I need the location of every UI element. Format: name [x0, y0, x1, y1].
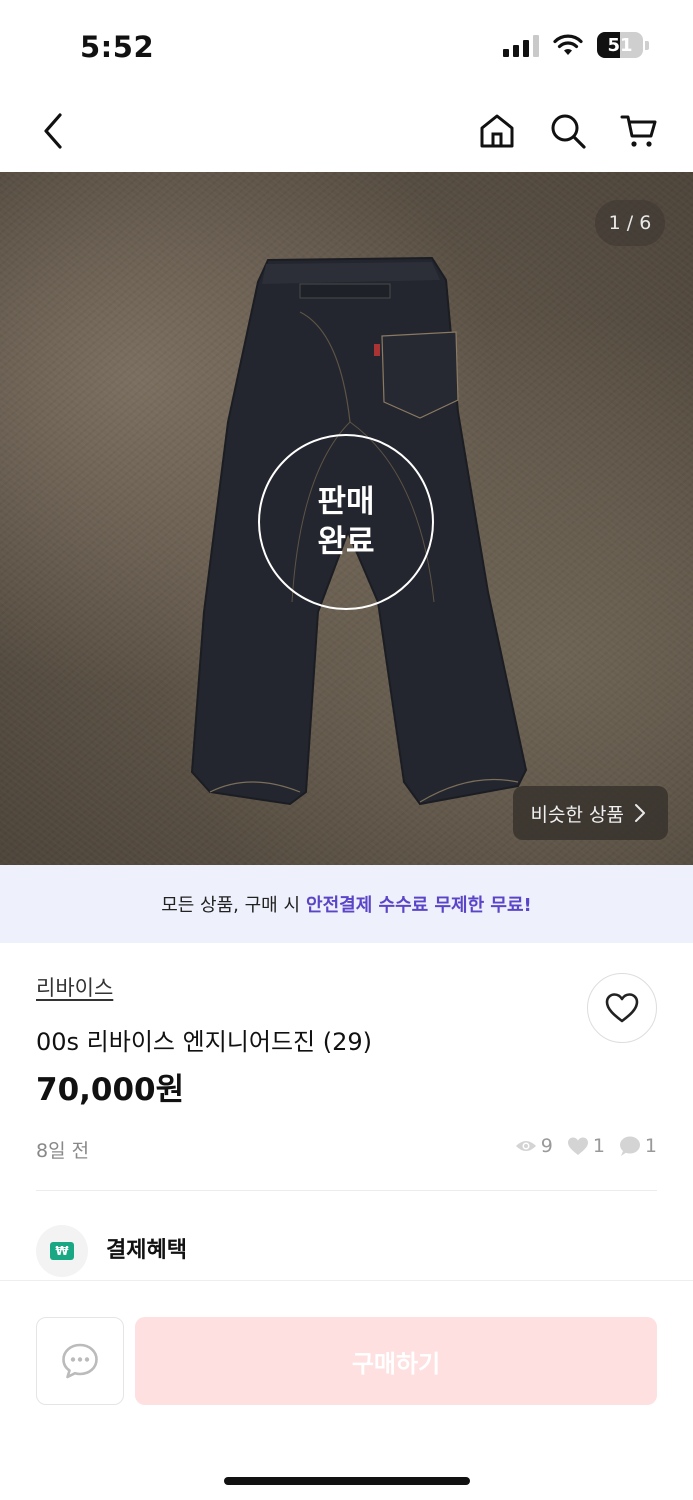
won-coin-icon: ₩ — [50, 1242, 74, 1260]
buy-button[interactable]: 구매하기 — [135, 1317, 657, 1405]
similar-products-label: 비슷한 상품 — [530, 803, 624, 826]
comments-count: 1 — [644, 1135, 657, 1157]
eye-icon — [515, 1141, 536, 1151]
sold-out-badge: 판매 완료 — [258, 434, 434, 610]
back-button[interactable] — [28, 106, 78, 156]
top-nav — [0, 90, 693, 172]
product-title: 00s 리바이스 엔지니어드진 (29) — [36, 1028, 372, 1056]
back-arrow-icon — [44, 113, 62, 149]
search-button[interactable] — [543, 106, 593, 156]
promo-highlight: 안전결제 수수료 무제한 무료! — [306, 895, 532, 916]
chat-button[interactable] — [36, 1317, 124, 1405]
status-icons: 51 — [503, 32, 649, 58]
battery-level: 51 — [607, 34, 633, 56]
status-time: 5:52 — [80, 30, 155, 64]
battery-icon: 51 — [597, 32, 643, 58]
like-button[interactable] — [587, 973, 657, 1043]
product-price: 70,000원 — [36, 1072, 185, 1108]
chat-icon — [62, 1343, 98, 1379]
likes-count: 1 — [592, 1135, 605, 1157]
payment-benefit-label[interactable]: 결제혜택 — [106, 1232, 187, 1264]
payment-benefit-icon-wrap: ₩ — [36, 1225, 88, 1277]
product-stats: 9 1 1 — [515, 1135, 657, 1157]
similar-products-button[interactable]: 비슷한 상품 — [512, 786, 668, 840]
wifi-icon — [553, 34, 583, 55]
views-count: 9 — [540, 1135, 553, 1157]
search-icon — [551, 114, 586, 149]
comments-stat: 1 — [619, 1135, 657, 1157]
sold-badge-line1: 판매 — [317, 484, 375, 520]
cart-button[interactable] — [614, 106, 664, 156]
image-counter: 1 / 6 — [595, 200, 665, 246]
views-stat: 9 — [515, 1135, 553, 1157]
home-icon — [480, 114, 514, 148]
cellular-signal-icon — [503, 33, 539, 57]
chevron-right-icon — [635, 804, 645, 822]
home-indicator — [224, 1477, 470, 1485]
promo-banner[interactable]: 모든 상품, 구매 시 안전결제 수수료 무제한 무료! — [0, 865, 693, 943]
sold-badge-line2: 완료 — [317, 524, 375, 560]
posted-time: 8일 전 — [36, 1140, 90, 1162]
bottom-action-bar: 구매하기 — [0, 1280, 693, 1500]
home-button[interactable] — [472, 106, 522, 156]
divider — [36, 1190, 657, 1191]
heart-icon — [605, 993, 639, 1023]
likes-stat: 1 — [567, 1135, 605, 1157]
product-image-gallery[interactable]: 1 / 6 판매 완료 비슷한 상품 — [0, 172, 693, 865]
promo-text: 모든 상품, 구매 시 — [161, 895, 301, 916]
cart-icon — [620, 115, 657, 147]
status-bar: 5:52 51 — [0, 0, 693, 90]
chat-bubble-icon — [619, 1136, 640, 1156]
brand-link[interactable]: 리바이스 — [36, 972, 113, 1002]
heart-filled-icon — [567, 1137, 588, 1155]
